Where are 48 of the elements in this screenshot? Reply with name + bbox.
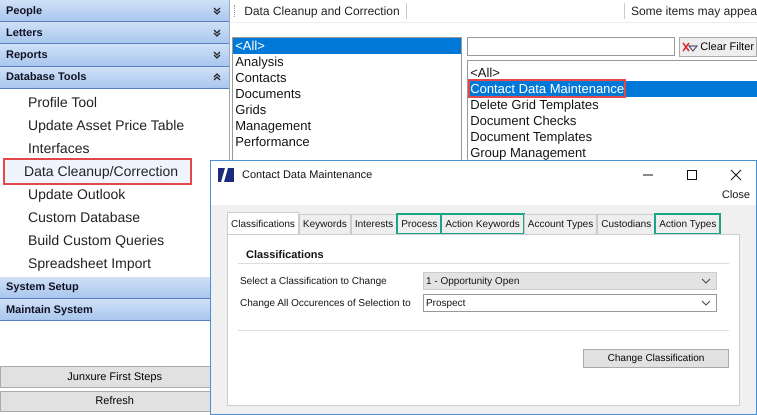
tab[interactable]: Action Types: [655, 214, 720, 234]
field-label: Select a Classification to Change: [240, 276, 388, 286]
tab[interactable]: Custodians: [597, 214, 656, 234]
change-classification-button[interactable]: Change Classification: [583, 349, 729, 368]
tool-item[interactable]: <All>: [468, 65, 757, 81]
sidebar-item[interactable]: Data Cleanup/Correction: [5, 160, 190, 183]
clear-filter-button[interactable]: Clear Filter: [679, 37, 757, 57]
sidebar-item[interactable]: Interfaces: [4, 136, 226, 160]
section-header[interactable]: People: [0, 0, 230, 22]
section-header[interactable]: Database Tools: [0, 66, 230, 89]
tab[interactable]: Interests: [350, 214, 398, 234]
tool-item[interactable]: Group Management: [468, 145, 757, 161]
chevron-icon: [213, 6, 222, 15]
tool-item[interactable]: Contact Data Maintenance: [468, 81, 757, 97]
sidebar-item[interactable]: Profile Tool: [4, 90, 226, 114]
dialog-title: Contact Data Maintenance: [242, 169, 372, 181]
category-item[interactable]: <All>: [233, 38, 462, 54]
chevron-icon: [213, 73, 222, 82]
close-link[interactable]: Close: [722, 189, 750, 205]
tab[interactable]: Account Types: [524, 214, 598, 234]
tool-item[interactable]: Document Checks: [468, 113, 757, 129]
tab[interactable]: Classifications: [227, 212, 299, 234]
dropdown-field[interactable]: Prospect: [423, 294, 717, 312]
chevron-icon: [213, 51, 222, 60]
field-label: Change All Occurences of Selection to: [240, 298, 412, 308]
filter-field[interactable]: [467, 37, 676, 56]
clear-filter-icon: [682, 41, 698, 53]
category-item[interactable]: Documents: [233, 86, 462, 102]
category-item[interactable]: Grids: [233, 102, 462, 118]
section-heading: Classifications: [238, 235, 729, 264]
close-icon[interactable]: [730, 169, 742, 181]
category-item[interactable]: Performance: [233, 134, 462, 150]
category-item[interactable]: Analysis: [233, 54, 462, 70]
tool-item[interactable]: Delete Grid Templates: [468, 97, 757, 113]
tab[interactable]: Process: [397, 214, 442, 234]
sidebar-item[interactable]: Update Asset Price Table: [4, 114, 226, 137]
section-header[interactable]: Letters: [0, 22, 230, 44]
tool-item[interactable]: Document Templates: [468, 129, 757, 145]
category-item[interactable]: Contacts: [233, 70, 462, 86]
maximize-icon[interactable]: [686, 169, 698, 181]
chevron-icon: [213, 28, 222, 37]
category-item[interactable]: Management: [233, 118, 462, 134]
section-header[interactable]: Reports: [0, 44, 230, 67]
app-logo-icon: [218, 168, 234, 182]
tab[interactable]: Action Keywords: [441, 214, 524, 234]
toolbar-note: Some items may appea: [630, 4, 757, 18]
tab[interactable]: Keywords: [298, 214, 351, 234]
toolbar-title: Data Cleanup and Correction: [244, 4, 400, 18]
